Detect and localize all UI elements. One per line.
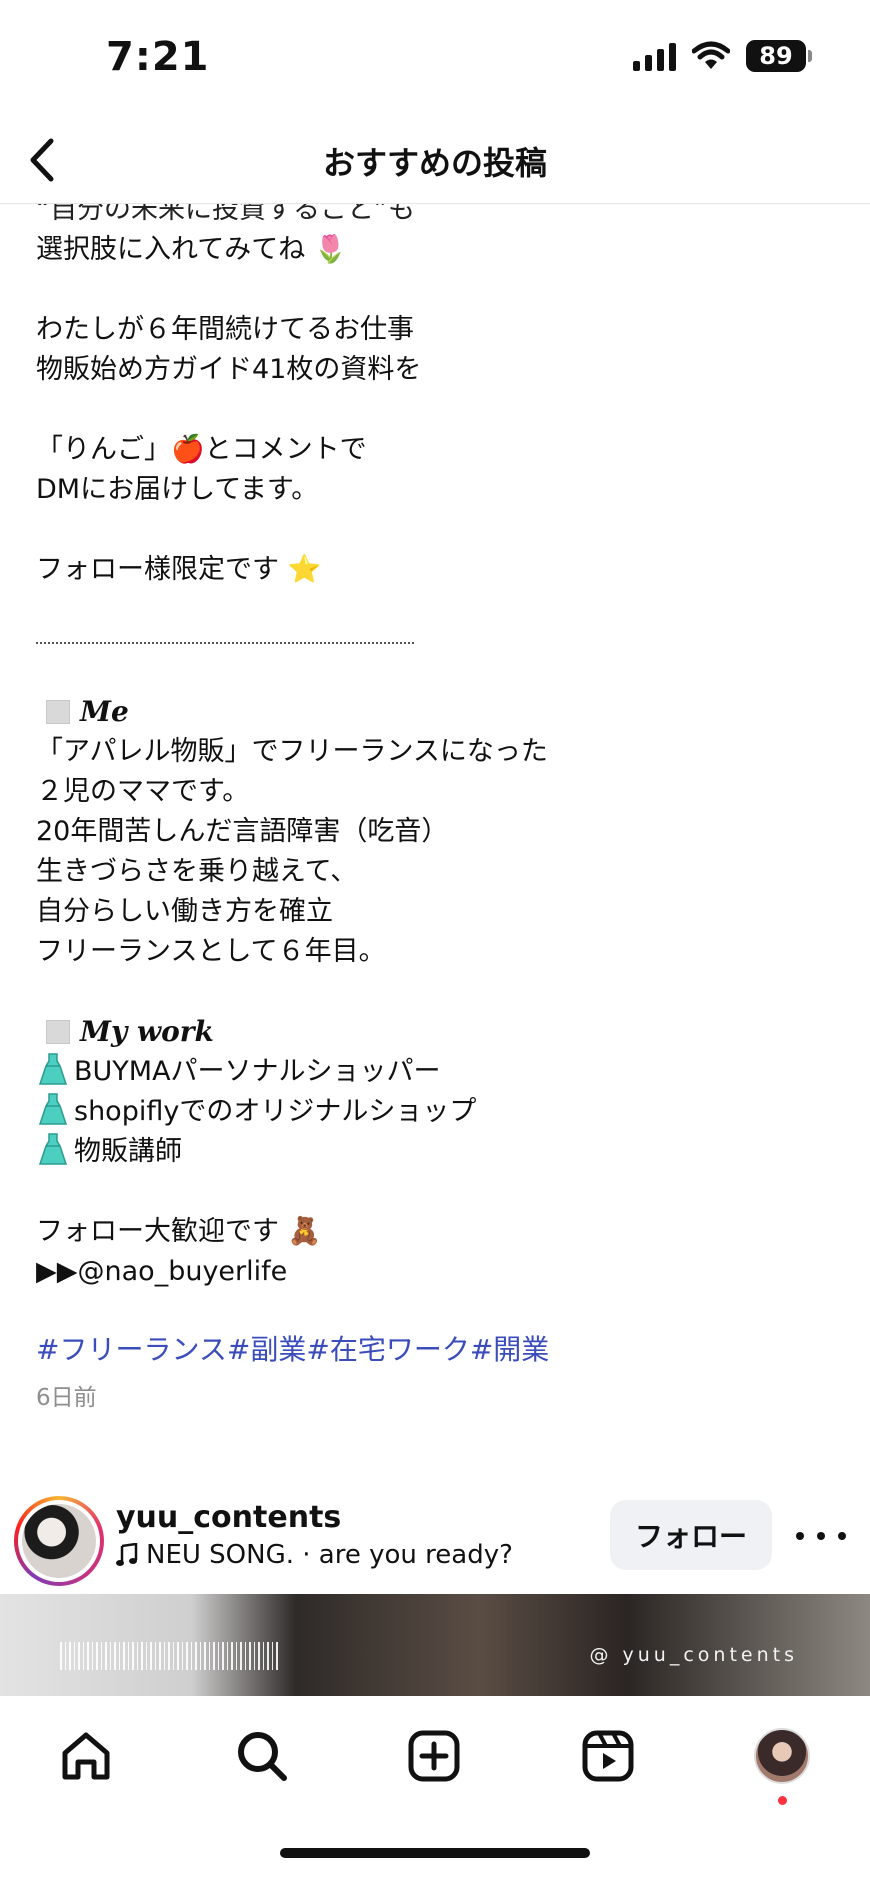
story-avatar[interactable] [14, 1496, 104, 1586]
square-icon [46, 1020, 70, 1044]
caption-line: わたしが６年間続けてるお仕事 [36, 314, 414, 345]
more-dots-icon[interactable] [796, 1516, 846, 1556]
battery-icon: 89 [746, 40, 812, 72]
home-icon[interactable] [56, 1726, 116, 1786]
music-note-icon [116, 1543, 138, 1566]
caption-line: 自分らしい働き方を確立 [36, 896, 333, 927]
wifi-icon [692, 41, 730, 69]
caption-line: DMにお届けしてます。 [36, 474, 319, 505]
post-caption: “自分の未来に投資すること”も 選択肢に入れてみてね 🌷 わたしが６年間続けてる… [36, 190, 836, 1418]
dress-icon [38, 1053, 68, 1085]
next-post-header: yuu_contents NEU SONG. · are you ready? … [0, 1488, 870, 1594]
me-section-heading: Me [36, 692, 836, 732]
notification-dot [778, 1796, 787, 1805]
post-timestamp: 6日前 [36, 1385, 97, 1411]
caption-line: フォロー大歓迎です 🧸 [36, 1216, 322, 1247]
media-watermark: @ yuu_contents [589, 1644, 798, 1666]
caption-line: 「アパレル物販」でフリーランスになった [36, 736, 548, 767]
caption-line: 物販始め方ガイド41枚の資料を [36, 354, 422, 385]
caption-line: 選択肢に入れてみてね 🌷 [36, 234, 348, 265]
signal-icon [633, 41, 676, 71]
profile-avatar [754, 1728, 810, 1784]
screen: 7:21 89 おすすめの投稿 “自分の未来に投資すること”も 選択肢に入れてみ… [0, 0, 870, 1882]
profile-tab[interactable] [752, 1726, 812, 1786]
status-bar: 7:21 89 [0, 0, 870, 118]
music-info[interactable]: NEU SONG. · are you ready? [116, 1540, 513, 1570]
work-section-heading: My work [36, 1012, 836, 1052]
follow-button[interactable]: フォロー [610, 1500, 772, 1570]
battery-level: 89 [746, 40, 806, 72]
dress-icon [38, 1093, 68, 1125]
mention-link[interactable]: ▶▶@nao_buyerlife [36, 1252, 836, 1292]
caption-line: 「りんご」🍎とコメントで [36, 434, 367, 465]
post-media[interactable]: @ yuu_contents [0, 1594, 870, 1696]
nav-header: おすすめの投稿 [0, 118, 870, 204]
home-indicator [280, 1848, 590, 1858]
square-icon [46, 700, 70, 724]
post-username[interactable]: yuu_contents [116, 1500, 341, 1535]
work-list-item: shopiflyでのオリジナルショップ [36, 1092, 836, 1132]
create-icon[interactable] [404, 1726, 464, 1786]
caption-line: ２児のママです。 [36, 776, 250, 807]
reels-icon[interactable] [578, 1726, 638, 1786]
work-list-item: BUYMAパーソナルショッパー [36, 1052, 836, 1092]
search-icon[interactable] [232, 1726, 292, 1786]
caption-line: 生きづらさを乗り越えて、 [36, 856, 358, 887]
status-icons: 89 [633, 40, 812, 72]
work-list-item: 物販講師 [36, 1132, 836, 1172]
caption-line: フォロー様限定です ⭐ [36, 554, 322, 585]
page-title: おすすめの投稿 [322, 144, 547, 182]
caption-line: フリーランスとして６年目。 [36, 936, 386, 967]
dress-icon [38, 1133, 68, 1165]
dotted-divider [36, 642, 414, 644]
status-time: 7:21 [106, 34, 210, 80]
barcode-graphic [60, 1642, 280, 1670]
hashtag-links[interactable]: #フリーランス#副業#在宅ワーク#開業 [36, 1330, 836, 1370]
caption-line: 20年間苦しんだ言語障害（吃音） [36, 816, 449, 847]
avatar [22, 1504, 96, 1578]
